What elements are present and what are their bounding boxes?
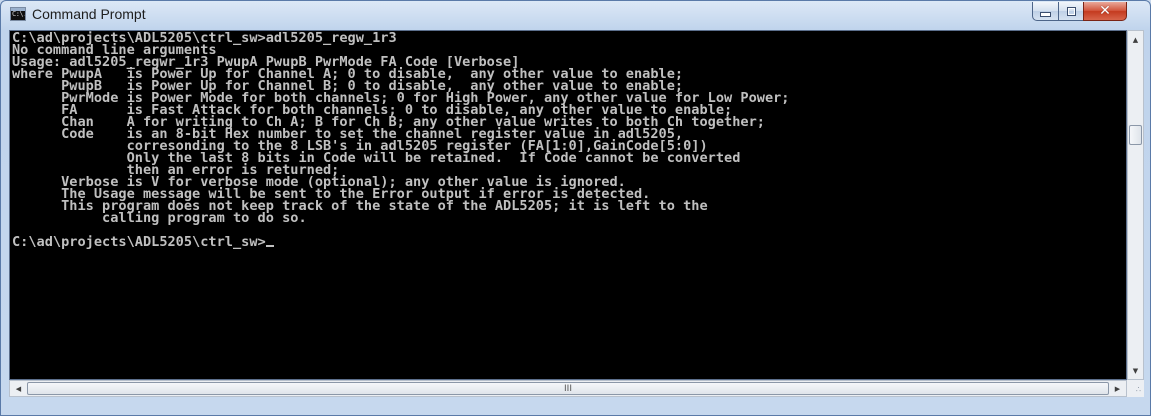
minimize-button[interactable]: [1032, 2, 1059, 21]
console-text: C:\ad\projects\ADL5205\ctrl_sw>adl5205_r…: [12, 31, 790, 250]
scroll-down-arrow-icon[interactable]: ▼: [1128, 362, 1143, 379]
horizontal-scrollbar[interactable]: ◀ III ▶: [9, 380, 1127, 397]
maximize-button[interactable]: [1058, 2, 1084, 21]
scroll-corner: ∴: [1127, 380, 1144, 397]
maximize-icon: [1066, 6, 1076, 16]
prompt-line: C:\ad\projects\ADL5205\ctrl_sw>: [12, 234, 266, 250]
close-icon: ✕: [1099, 3, 1111, 19]
vertical-scroll-thumb[interactable]: [1129, 125, 1142, 145]
window-title: Command Prompt: [32, 6, 146, 22]
thumb-grip-icon: III: [564, 383, 572, 394]
console-line: calling program to do so.: [12, 210, 307, 226]
close-button[interactable]: ✕: [1083, 2, 1127, 21]
horizontal-scroll-thumb[interactable]: III: [27, 382, 1109, 395]
size-grip-icon[interactable]: ∴: [1136, 386, 1141, 394]
scroll-left-arrow-icon[interactable]: ◀: [10, 381, 27, 396]
console-icon-text: C:\.: [12, 10, 26, 18]
scroll-right-arrow-icon[interactable]: ▶: [1109, 381, 1126, 396]
text-cursor: [265, 245, 274, 247]
vertical-scrollbar[interactable]: ▲ ▼: [1127, 30, 1144, 380]
command-prompt-window: C:\. Command Prompt ✕ C:\ad\projects\ADL…: [0, 0, 1151, 416]
minimize-icon: [1040, 11, 1051, 17]
scroll-up-arrow-icon[interactable]: ▲: [1128, 31, 1143, 48]
console-icon[interactable]: C:\.: [10, 7, 26, 21]
title-bar[interactable]: C:\. Command Prompt ✕: [1, 1, 1150, 29]
console-output[interactable]: C:\ad\projects\ADL5205\ctrl_sw>adl5205_r…: [9, 30, 1127, 380]
